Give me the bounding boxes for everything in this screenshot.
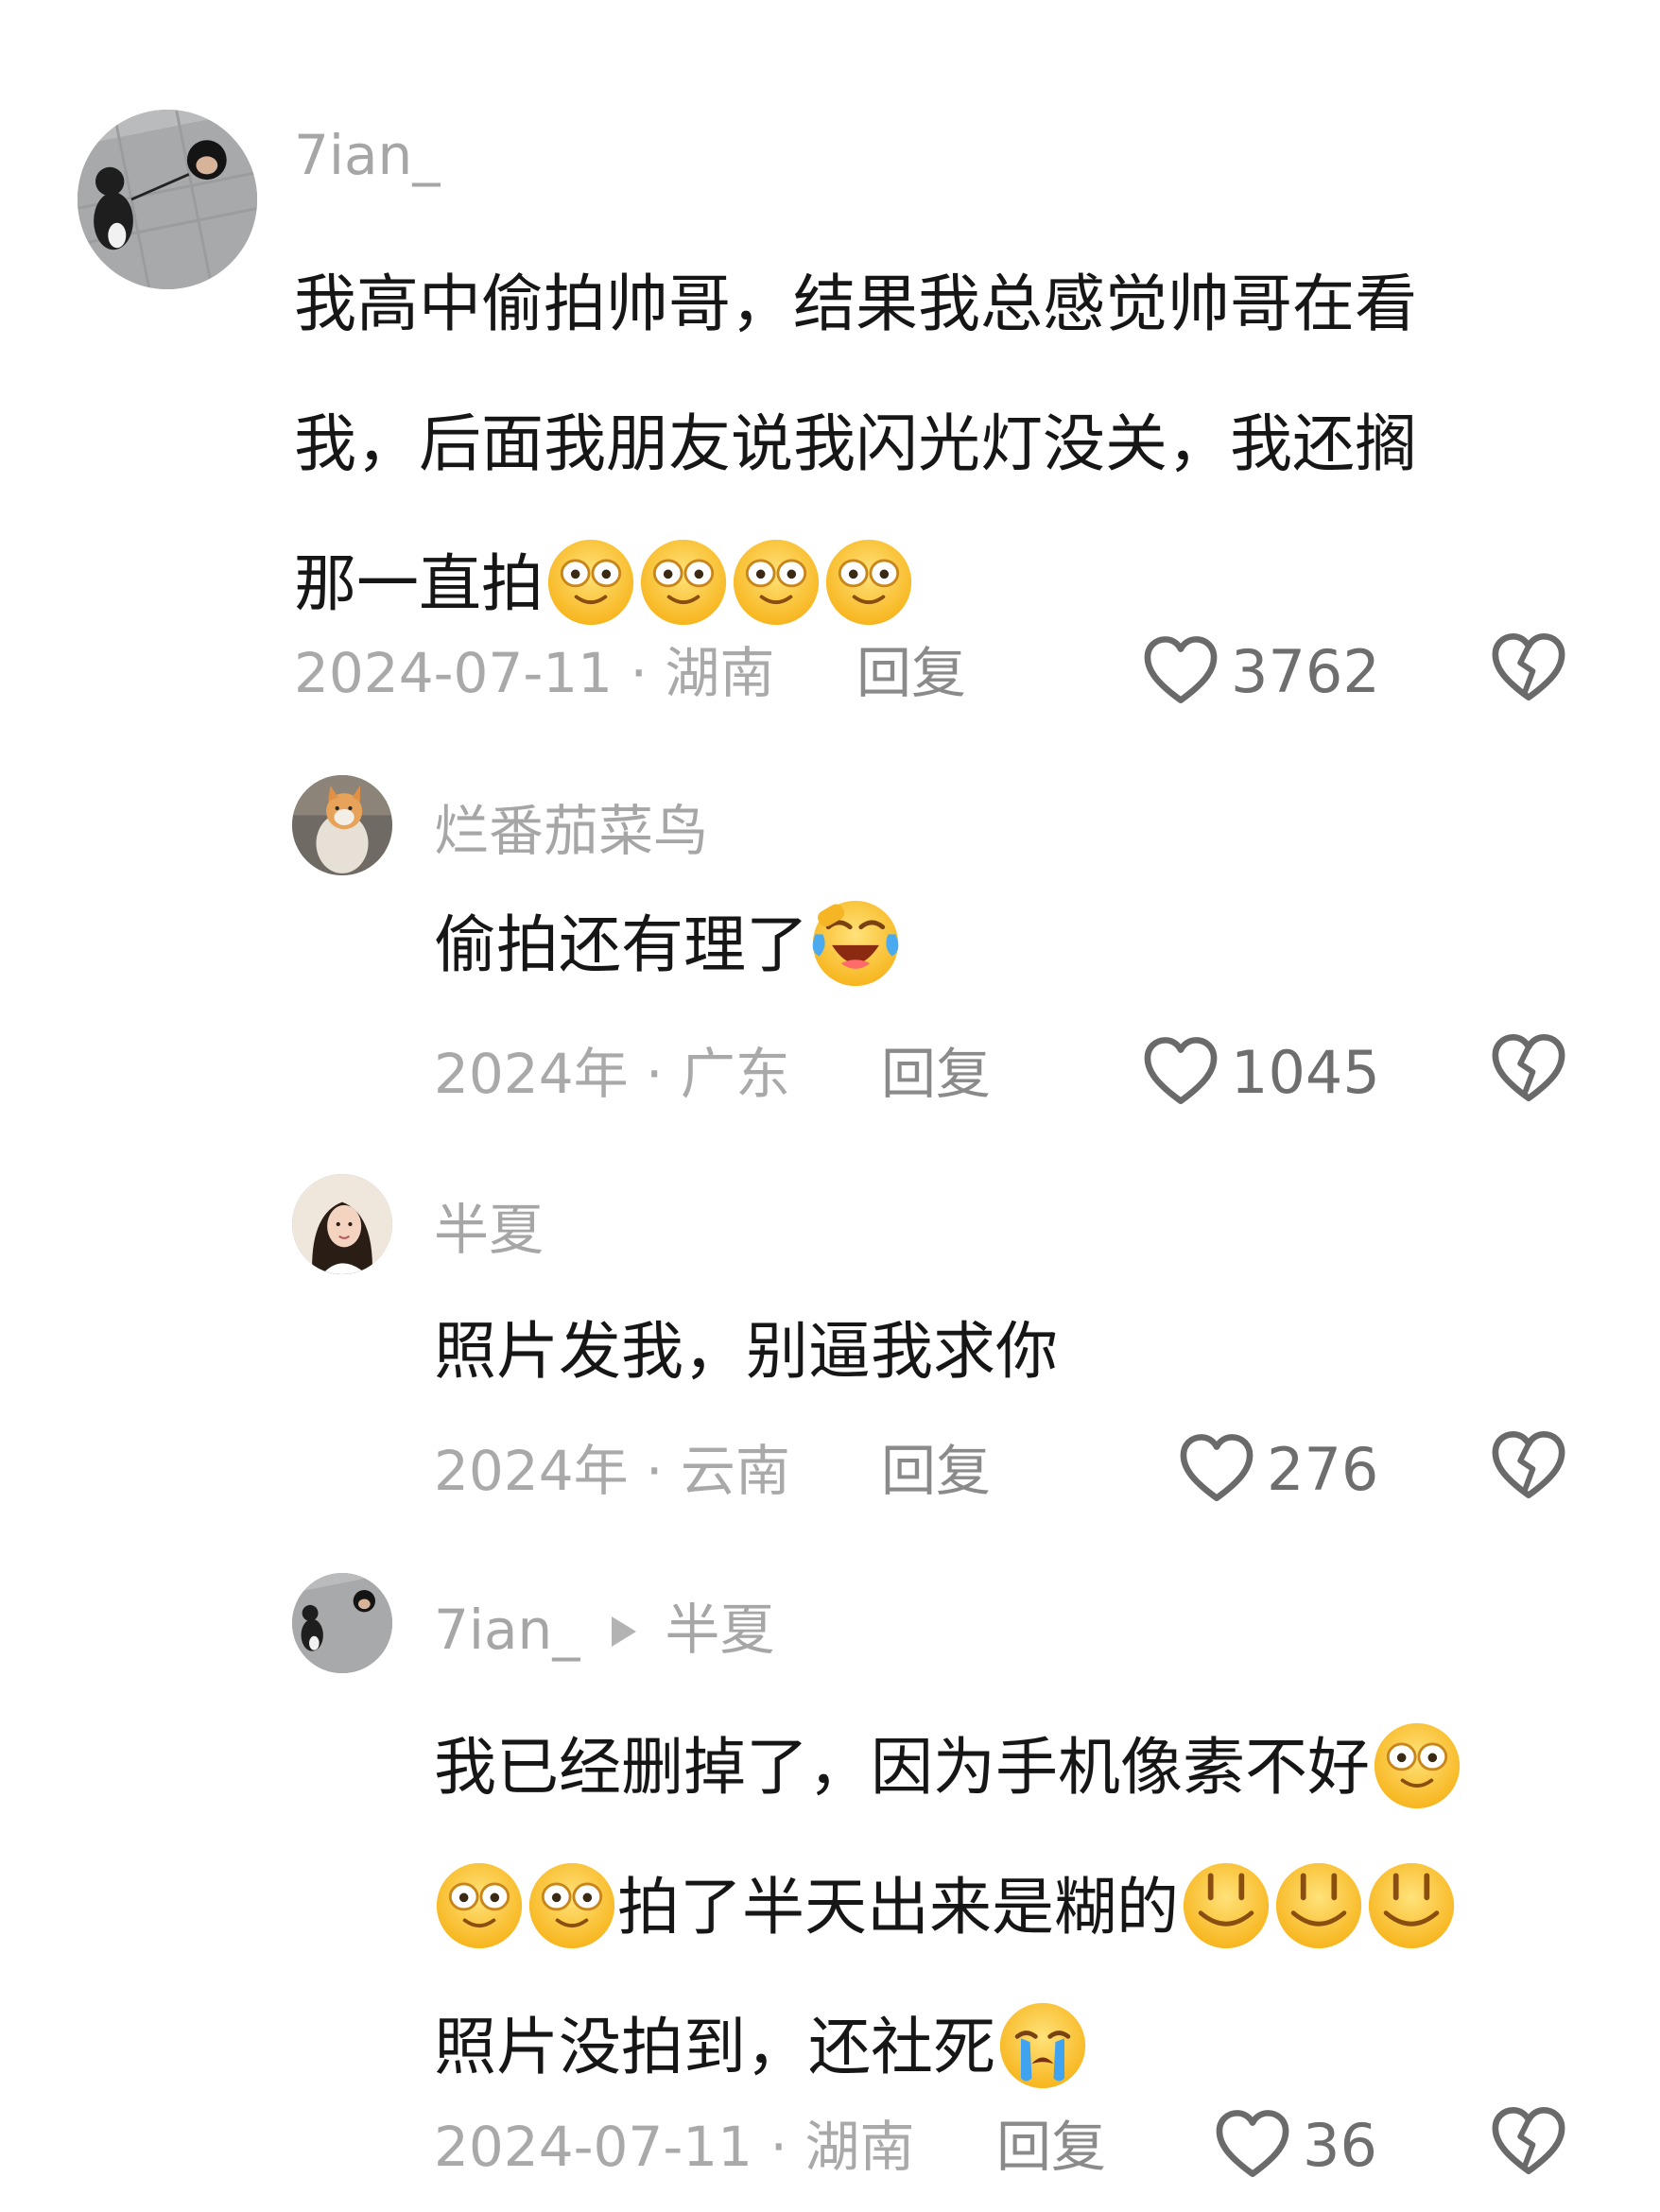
awkward-smile-emoji xyxy=(1181,1860,1271,1951)
comment-text-line: 偷拍还有理了 xyxy=(434,898,901,994)
dislike-button[interactable] xyxy=(1490,1429,1567,1503)
comment-text: 偷拍还有理了 xyxy=(434,898,901,994)
heart-outline-icon xyxy=(1214,2109,1291,2181)
comment-text: 照片发我，别逼我求你 xyxy=(434,1305,1058,1399)
comment-text-line-text: 那一直拍 xyxy=(294,547,544,620)
reply-button[interactable]: 回复 xyxy=(996,2111,1106,2183)
avatar[interactable] xyxy=(292,1573,392,1673)
broken-heart-icon xyxy=(1490,1032,1567,1106)
comment-timestamp-location: 2024-07-11 · 湖南 xyxy=(294,641,775,705)
comment-username[interactable]: 烂番茄菜鸟 xyxy=(434,795,708,867)
comment-text-line: 照片没拍到，还社死 xyxy=(434,1978,1462,2117)
broken-heart-icon xyxy=(1490,2105,1567,2179)
comment-text-line: 我高中偷拍帅哥，结果我总感觉帅哥在看 xyxy=(294,268,1417,340)
dislike-button[interactable] xyxy=(1490,631,1567,705)
wide-eyed-smile-emoji xyxy=(638,537,729,628)
reply-button[interactable]: 回复 xyxy=(881,1435,991,1507)
wide-eyed-smile-emoji xyxy=(1372,1720,1462,1811)
wide-eyed-smile-emoji xyxy=(545,537,636,628)
comment-text-line-text: 我已经删掉了，因为手机像素不好 xyxy=(434,1731,1370,1804)
reply-button[interactable]: 回复 xyxy=(881,1038,991,1110)
avatar-image xyxy=(78,110,257,289)
awkward-smile-emoji xyxy=(1273,1860,1364,1951)
wide-eyed-smile-emoji xyxy=(434,1860,525,1951)
heart-outline-icon xyxy=(1142,1036,1219,1108)
broken-heart-icon xyxy=(1490,1429,1567,1503)
comment-text-line: 我，后面我朋友说我闪光灯没关，我还搁 xyxy=(294,407,1417,480)
dislike-button[interactable] xyxy=(1490,1032,1567,1106)
comment-username[interactable]: 7ian_ 半夏 xyxy=(434,1594,774,1666)
avatar[interactable] xyxy=(292,1174,392,1274)
comment-text-line: 拍了半天出来是糊的 xyxy=(434,1838,1462,1978)
avatar-image xyxy=(292,1174,392,1274)
wide-eyed-smile-emoji xyxy=(731,537,821,628)
avatar[interactable] xyxy=(78,110,257,289)
avatar-image xyxy=(292,1573,392,1673)
comment-text-line-text: 照片没拍到，还社死 xyxy=(434,2011,995,2083)
comment-username[interactable]: 7ian_ xyxy=(294,119,440,191)
comment-timestamp-location: 2024-07-11 · 湖南 xyxy=(434,2115,915,2179)
avatar-image xyxy=(292,775,392,875)
like-button[interactable]: 3762 xyxy=(1142,633,1380,709)
like-count: 36 xyxy=(1303,2110,1377,2180)
wide-eyed-smile-emoji xyxy=(823,537,914,628)
comment-text-line: 我已经删掉了，因为手机像素不好 xyxy=(434,1698,1462,1838)
like-button[interactable]: 1045 xyxy=(1142,1034,1380,1110)
comment-text-line: 照片发我，别逼我求你 xyxy=(434,1315,1058,1388)
reply-button[interactable]: 回复 xyxy=(856,637,966,709)
wide-eyed-smile-emoji xyxy=(527,1860,617,1951)
like-button[interactable]: 36 xyxy=(1214,2107,1377,2183)
comment-text: 我已经删掉了，因为手机像素不好 拍了半天出来是糊的 照片没拍到，还社死 xyxy=(434,1698,1462,2117)
comment-timestamp-location: 2024年 · 云南 xyxy=(434,1439,790,1503)
comment-text: 我高中偷拍帅哥，结果我总感觉帅哥在看 我，后面我朋友说我闪光灯没关，我还搁 那一… xyxy=(294,234,1417,654)
reply-to-username[interactable]: 半夏 xyxy=(665,1598,774,1662)
laughing-tears-emoji xyxy=(810,898,901,989)
comment-text-line-text: 拍了半天出来是糊的 xyxy=(617,1871,1179,1944)
comment-username-text: 7ian_ xyxy=(434,1598,580,1662)
awkward-smile-emoji xyxy=(1366,1860,1457,1951)
like-button[interactable]: 276 xyxy=(1178,1431,1378,1507)
comment-username[interactable]: 半夏 xyxy=(434,1194,544,1266)
heart-outline-icon xyxy=(1142,635,1219,707)
crying-emoji xyxy=(997,2000,1088,2091)
avatar[interactable] xyxy=(292,775,392,875)
heart-outline-icon xyxy=(1178,1433,1255,1505)
comment-timestamp-location: 2024年 · 广东 xyxy=(434,1042,790,1106)
triangle-right-icon xyxy=(612,1616,637,1647)
like-count: 276 xyxy=(1267,1434,1379,1504)
dislike-button[interactable] xyxy=(1490,2105,1567,2179)
like-count: 1045 xyxy=(1231,1037,1380,1107)
comment-text-line-text: 偷拍还有理了 xyxy=(434,908,808,981)
broken-heart-icon xyxy=(1490,631,1567,705)
like-count: 3762 xyxy=(1231,636,1380,706)
